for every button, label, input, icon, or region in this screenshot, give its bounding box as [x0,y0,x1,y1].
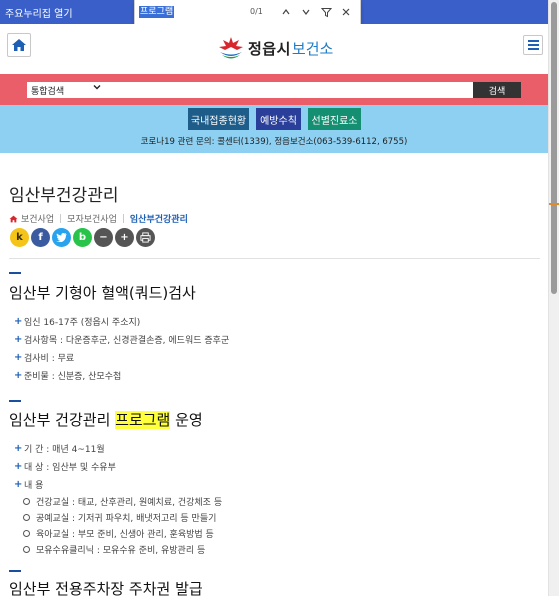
list-item: + 내 용 [14,478,44,491]
share-toolbar: k f b − + [10,228,155,247]
sub-list-item: 공예교실 : 기저귀 파우치, 배냇저고리 등 만들기 [14,509,222,525]
section-marker [9,570,21,572]
find-input[interactable]: 프로그램 [139,6,175,18]
find-match-count: 0/1 [250,7,263,16]
breadcrumb-separator: | [59,213,63,224]
scrollbar-thumb[interactable] [551,2,557,294]
chevron-down-icon [93,83,101,94]
zoom-out-icon[interactable]: − [94,228,113,247]
search-input[interactable] [105,82,473,98]
logo-icon [219,37,243,59]
list-item: + 검사비 : 무료 [14,351,75,364]
sub-list-item: 육아교실 : 부모 준비, 신생아 관리, 훈육방법 등 [14,525,222,541]
list-item: + 기 간 : 매년 4~11월 [14,442,105,455]
hamburger-menu-icon[interactable] [523,35,543,55]
breadcrumb-separator: | [121,213,125,224]
list-item: + 준비물 : 신분증, 산모수첩 [14,369,122,382]
breadcrumb-item[interactable]: 보건사업 [21,212,54,225]
prevention-rules-button[interactable]: 예방수칙 [256,108,301,130]
section-title: 임산부 기형아 혈액(쿼드)검사 [9,284,196,302]
home-icon[interactable] [9,215,18,223]
section-marker [9,400,21,402]
section-list: + 임신 16-17주 (정읍시 주소지) + 검사항목 : 다운증후군, 신경관결… [14,312,229,384]
covid-contact-info: 코로나19 관련 문의: 콜센터(1339), 정읍보건소(063-539-61… [140,137,408,147]
sub-list-item: 건강교실 : 태교, 산후관리, 원예치료, 건강체조 등 [14,493,222,509]
breadcrumb: 보건사업 | 모자보건사업 | 임산부건강관리 [9,212,188,225]
list-item: + 대 상 : 임산부 및 수유부 [14,460,116,473]
facebook-share-icon[interactable]: f [31,228,50,247]
home-button[interactable] [7,33,31,57]
search-band: 통합검색 검색 [0,74,548,105]
find-match-marker [549,203,559,205]
logo-org-name: 보건소 [291,39,334,58]
search-scope-select[interactable]: 통합검색 [27,82,105,98]
chevron-up-icon[interactable] [278,4,294,20]
section-marker [9,272,21,274]
logo-city-name: 정읍시 [248,39,291,58]
list-item: + 임신 16-17주 (정읍시 주소지) [14,315,141,328]
screening-clinic-button[interactable]: 선별진료소 [308,108,361,130]
section-title: 임산부 건강관리 프로그램 운영 [9,411,203,429]
vertical-scrollbar[interactable] [548,0,559,596]
zoom-in-icon[interactable]: + [115,228,134,247]
find-bar: 프로그램 0/1 [134,0,361,26]
chevron-down-icon[interactable] [298,4,314,20]
list-item: + 검사항목 : 다운증후군, 신경관결손증, 에드워드 증후군 [14,333,230,346]
skip-to-main-link[interactable]: 주요누리집 열기 [5,5,73,20]
section-list: + 기 간 : 매년 4~11월 + 대 상 : 임산부 및 수유부 + 내 용 건강… [14,439,222,557]
sub-list-item: 모유수유클리닉 : 모유수유 준비, 유방관리 등 [14,541,222,557]
kakaostory-share-icon[interactable]: k [10,228,29,247]
close-icon[interactable] [338,4,354,20]
print-icon[interactable] [136,228,155,247]
twitter-share-icon[interactable] [52,228,71,247]
section-title: 임산부 전용주차장 주차권 발급 [9,580,203,596]
search-button[interactable]: 검색 [473,82,521,98]
site-logo[interactable]: 정읍시 보건소 [217,35,333,61]
band-share-icon[interactable]: b [73,228,92,247]
page-title: 임산부건강관리 [9,186,119,206]
home-icon [12,39,26,51]
site-header: 정읍시 보건소 [0,24,548,72]
breadcrumb-item[interactable]: 모자보건사업 [67,212,117,225]
find-highlight: 프로그램 [115,411,171,429]
title-divider [9,258,540,259]
breadcrumb-current: 임산부건강관리 [129,215,188,225]
vaccination-status-button[interactable]: 국내접종현황 [188,108,249,130]
filter-icon[interactable] [318,4,334,20]
covid-info-band: 국내접종현황 예방수칙 선별진료소 코로나19 관련 문의: 콜센터(1339)… [0,105,548,153]
search-scope-value: 통합검색 [31,87,65,97]
